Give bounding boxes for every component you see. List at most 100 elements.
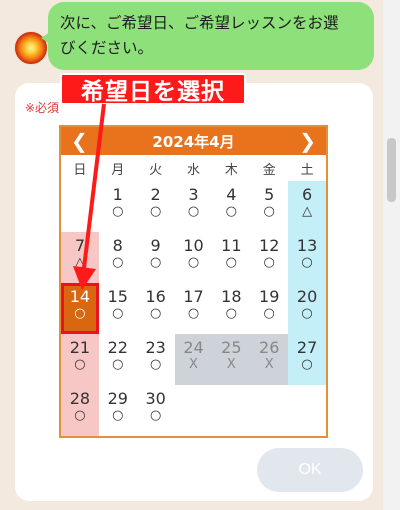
day-number: 23 [145,338,166,357]
weekday-sun: 日 [73,162,87,178]
message-text-line-2: びください。 [60,39,154,57]
annotation-callout: 希望日を選択 [60,73,246,105]
weekday-fri: 金 [262,162,276,178]
date-picker-card: ※必須 ❮ 2024年4月 ❯ 日 月 火 水 木 金 土 1 ○ 2 ○ 3 ○ 4 ○ 5 ○… [15,83,373,501]
calendar-month-title: 2024年4月 [152,132,235,151]
day-number: 15 [107,287,128,306]
page-scrollbar[interactable] [383,0,400,510]
weekday-mon: 月 [111,162,125,178]
calendar-day-16[interactable]: 16 ○ [137,283,175,334]
day-number: 24 [183,338,204,357]
availability-mark: ○ [112,408,124,423]
availability-mark: ○ [149,408,162,423]
calendar-day-8[interactable]: 8 ○ [99,232,137,283]
availability-mark: ○ [263,306,275,321]
day-number: 16 [145,287,166,306]
day-number: 25 [221,338,242,357]
availability-mark: ○ [74,408,86,423]
scrollbar-thumb[interactable] [387,138,396,202]
availability-mark: ○ [74,306,86,321]
calendar-day-5[interactable]: 5 ○ [250,181,288,232]
day-number: 12 [259,236,280,255]
availability-mark: ○ [149,204,162,219]
day-number: 30 [145,389,166,408]
day-number: 10 [183,236,204,255]
day-number: 7 [74,236,86,255]
availability-mark: X [189,357,198,372]
calendar-day-13[interactable]: 13 ○ [288,232,326,283]
availability-mark: ○ [263,255,275,270]
availability-mark: ○ [301,306,313,321]
day-number: 13 [296,236,318,255]
availability-mark: ○ [112,357,124,372]
availability-mark: X [264,357,274,372]
calendar-day-4[interactable]: 4 ○ [212,181,250,232]
calendar-day-22[interactable]: 22 ○ [99,334,137,385]
weekday-row: 日 月 火 水 木 金 土 [61,155,326,181]
chevron-left-icon[interactable]: ❮ [71,131,88,151]
calendar-empty-cell [212,385,250,436]
calendar-day-25[interactable]: 25 X [212,334,251,385]
calendar: ❮ 2024年4月 ❯ 日 月 火 水 木 金 土 1 ○ 2 ○ 3 ○ 4 ○ 5 ○ 6 △ 7 △… [59,125,328,438]
availability-mark: ○ [225,204,238,219]
calendar-day-10[interactable]: 10 ○ [175,232,213,283]
calendar-day-11[interactable]: 11 ○ [212,232,250,283]
calendar-day-20[interactable]: 20 ○ [288,283,326,334]
availability-mark: ○ [112,306,124,321]
calendar-day-7[interactable]: 7 △ [61,232,99,283]
availability-mark: ○ [112,255,124,270]
calendar-day-26[interactable]: 26 X [250,334,289,385]
calendar-day-17[interactable]: 17 ○ [175,283,213,334]
availability-mark: △ [74,255,85,270]
availability-mark: ○ [225,255,238,270]
calendar-day-15[interactable]: 15 ○ [99,283,137,334]
day-number: 3 [188,185,199,204]
day-number: 8 [112,236,123,255]
day-number: 14 [69,287,91,306]
calendar-day-12[interactable]: 12 ○ [250,232,288,283]
day-number: 27 [296,338,318,357]
availability-mark: ○ [149,306,162,321]
day-number: 20 [296,287,318,306]
calendar-header: ❮ 2024年4月 ❯ [61,127,326,155]
day-number: 9 [150,236,161,255]
day-number: 4 [226,185,237,204]
calendar-day-21[interactable]: 21 ○ [61,334,99,385]
availability-mark: ○ [301,255,313,270]
calendar-day-28[interactable]: 28 ○ [61,385,99,436]
weekday-wed: 水 [186,162,200,178]
calendar-day-24[interactable]: 24 X [174,334,213,385]
availability-mark: ○ [112,204,124,219]
calendar-day-18[interactable]: 18 ○ [212,283,250,334]
day-number: 2 [150,185,161,204]
day-number: 22 [107,338,128,357]
ok-button[interactable]: OK [257,448,363,492]
calendar-day-2[interactable]: 2 ○ [137,181,175,232]
required-label: ※必須 [25,101,60,115]
calendar-day-19[interactable]: 19 ○ [250,283,288,334]
calendar-day-30[interactable]: 30 ○ [137,385,175,436]
day-number: 26 [259,338,280,357]
calendar-day-grid: 1 ○ 2 ○ 3 ○ 4 ○ 5 ○ 6 △ 7 △ 8 ○ 9 ○ 10 ○ 11 ○ 12 ○ 13 ○ 14 ○ 15 ○ 16 ○ 1… [61,181,326,436]
calendar-day-23[interactable]: 23 ○ [137,334,175,385]
availability-mark: ○ [74,357,86,372]
calendar-day-27[interactable]: 27 ○ [288,334,326,385]
day-number: 5 [264,185,275,204]
calendar-day-1[interactable]: 1 ○ [99,181,137,232]
calendar-empty-cell [288,385,326,436]
chevron-right-icon[interactable]: ❯ [299,131,316,151]
calendar-day-14[interactable]: 14 ○ [61,283,99,334]
weekday-sat: 土 [300,162,314,178]
availability-mark: ○ [301,357,313,372]
availability-mark: ○ [149,357,162,372]
calendar-day-3[interactable]: 3 ○ [175,181,213,232]
calendar-day-6[interactable]: 6 △ [288,181,326,232]
weekday-tue: 火 [149,162,163,178]
day-number: 1 [112,185,123,204]
weekday-thu: 木 [224,162,238,178]
day-number: 19 [259,287,280,306]
calendar-day-29[interactable]: 29 ○ [99,385,137,436]
calendar-day-9[interactable]: 9 ○ [137,232,175,283]
day-number: 17 [183,287,204,306]
calendar-empty-cell [250,385,288,436]
